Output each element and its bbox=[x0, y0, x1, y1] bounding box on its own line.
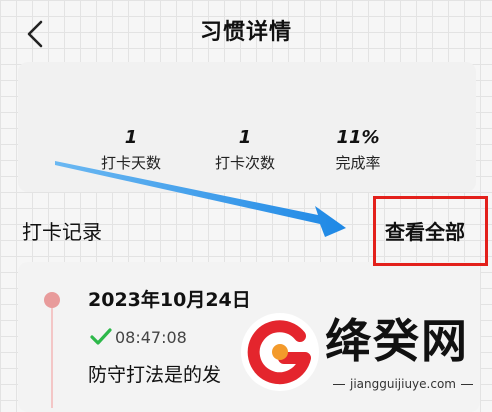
stat-label: 打卡次数 bbox=[214, 154, 275, 172]
stat-checkin-days: 1 打卡天数 bbox=[71, 126, 191, 174]
watermark-url-text: jiangguijiuye.com bbox=[349, 377, 456, 391]
stat-completion-rate: 11% 完成率 bbox=[298, 126, 418, 174]
stat-value: 1 bbox=[238, 127, 252, 148]
watermark-url: jiangguijiuye.com bbox=[322, 374, 484, 394]
timeline-line bbox=[51, 308, 53, 408]
stat-label: 打卡天数 bbox=[100, 154, 161, 172]
stat-label: 完成率 bbox=[335, 154, 381, 172]
check-icon bbox=[90, 328, 112, 345]
record-note: 防守打法是的发 bbox=[88, 364, 222, 386]
watermark-dash-right bbox=[461, 383, 473, 385]
view-all-button[interactable]: 查看全部 bbox=[385, 219, 465, 245]
record-time: 08:47:08 bbox=[115, 328, 187, 347]
section-title-checkin-records: 打卡记录 bbox=[22, 220, 102, 244]
page-title: 习惯详情 bbox=[199, 20, 292, 45]
watermark-logo-icon bbox=[241, 313, 319, 391]
timeline-dot bbox=[44, 292, 60, 308]
record-date: 2023年10月24日 bbox=[88, 289, 251, 311]
watermark-name: 绛癸网 bbox=[325, 314, 469, 368]
stat-checkin-count: 1 打卡次数 bbox=[185, 126, 305, 174]
watermark-dash-left bbox=[332, 383, 345, 385]
stat-value: 1 bbox=[124, 127, 138, 148]
stat-value: 11% bbox=[336, 127, 380, 148]
